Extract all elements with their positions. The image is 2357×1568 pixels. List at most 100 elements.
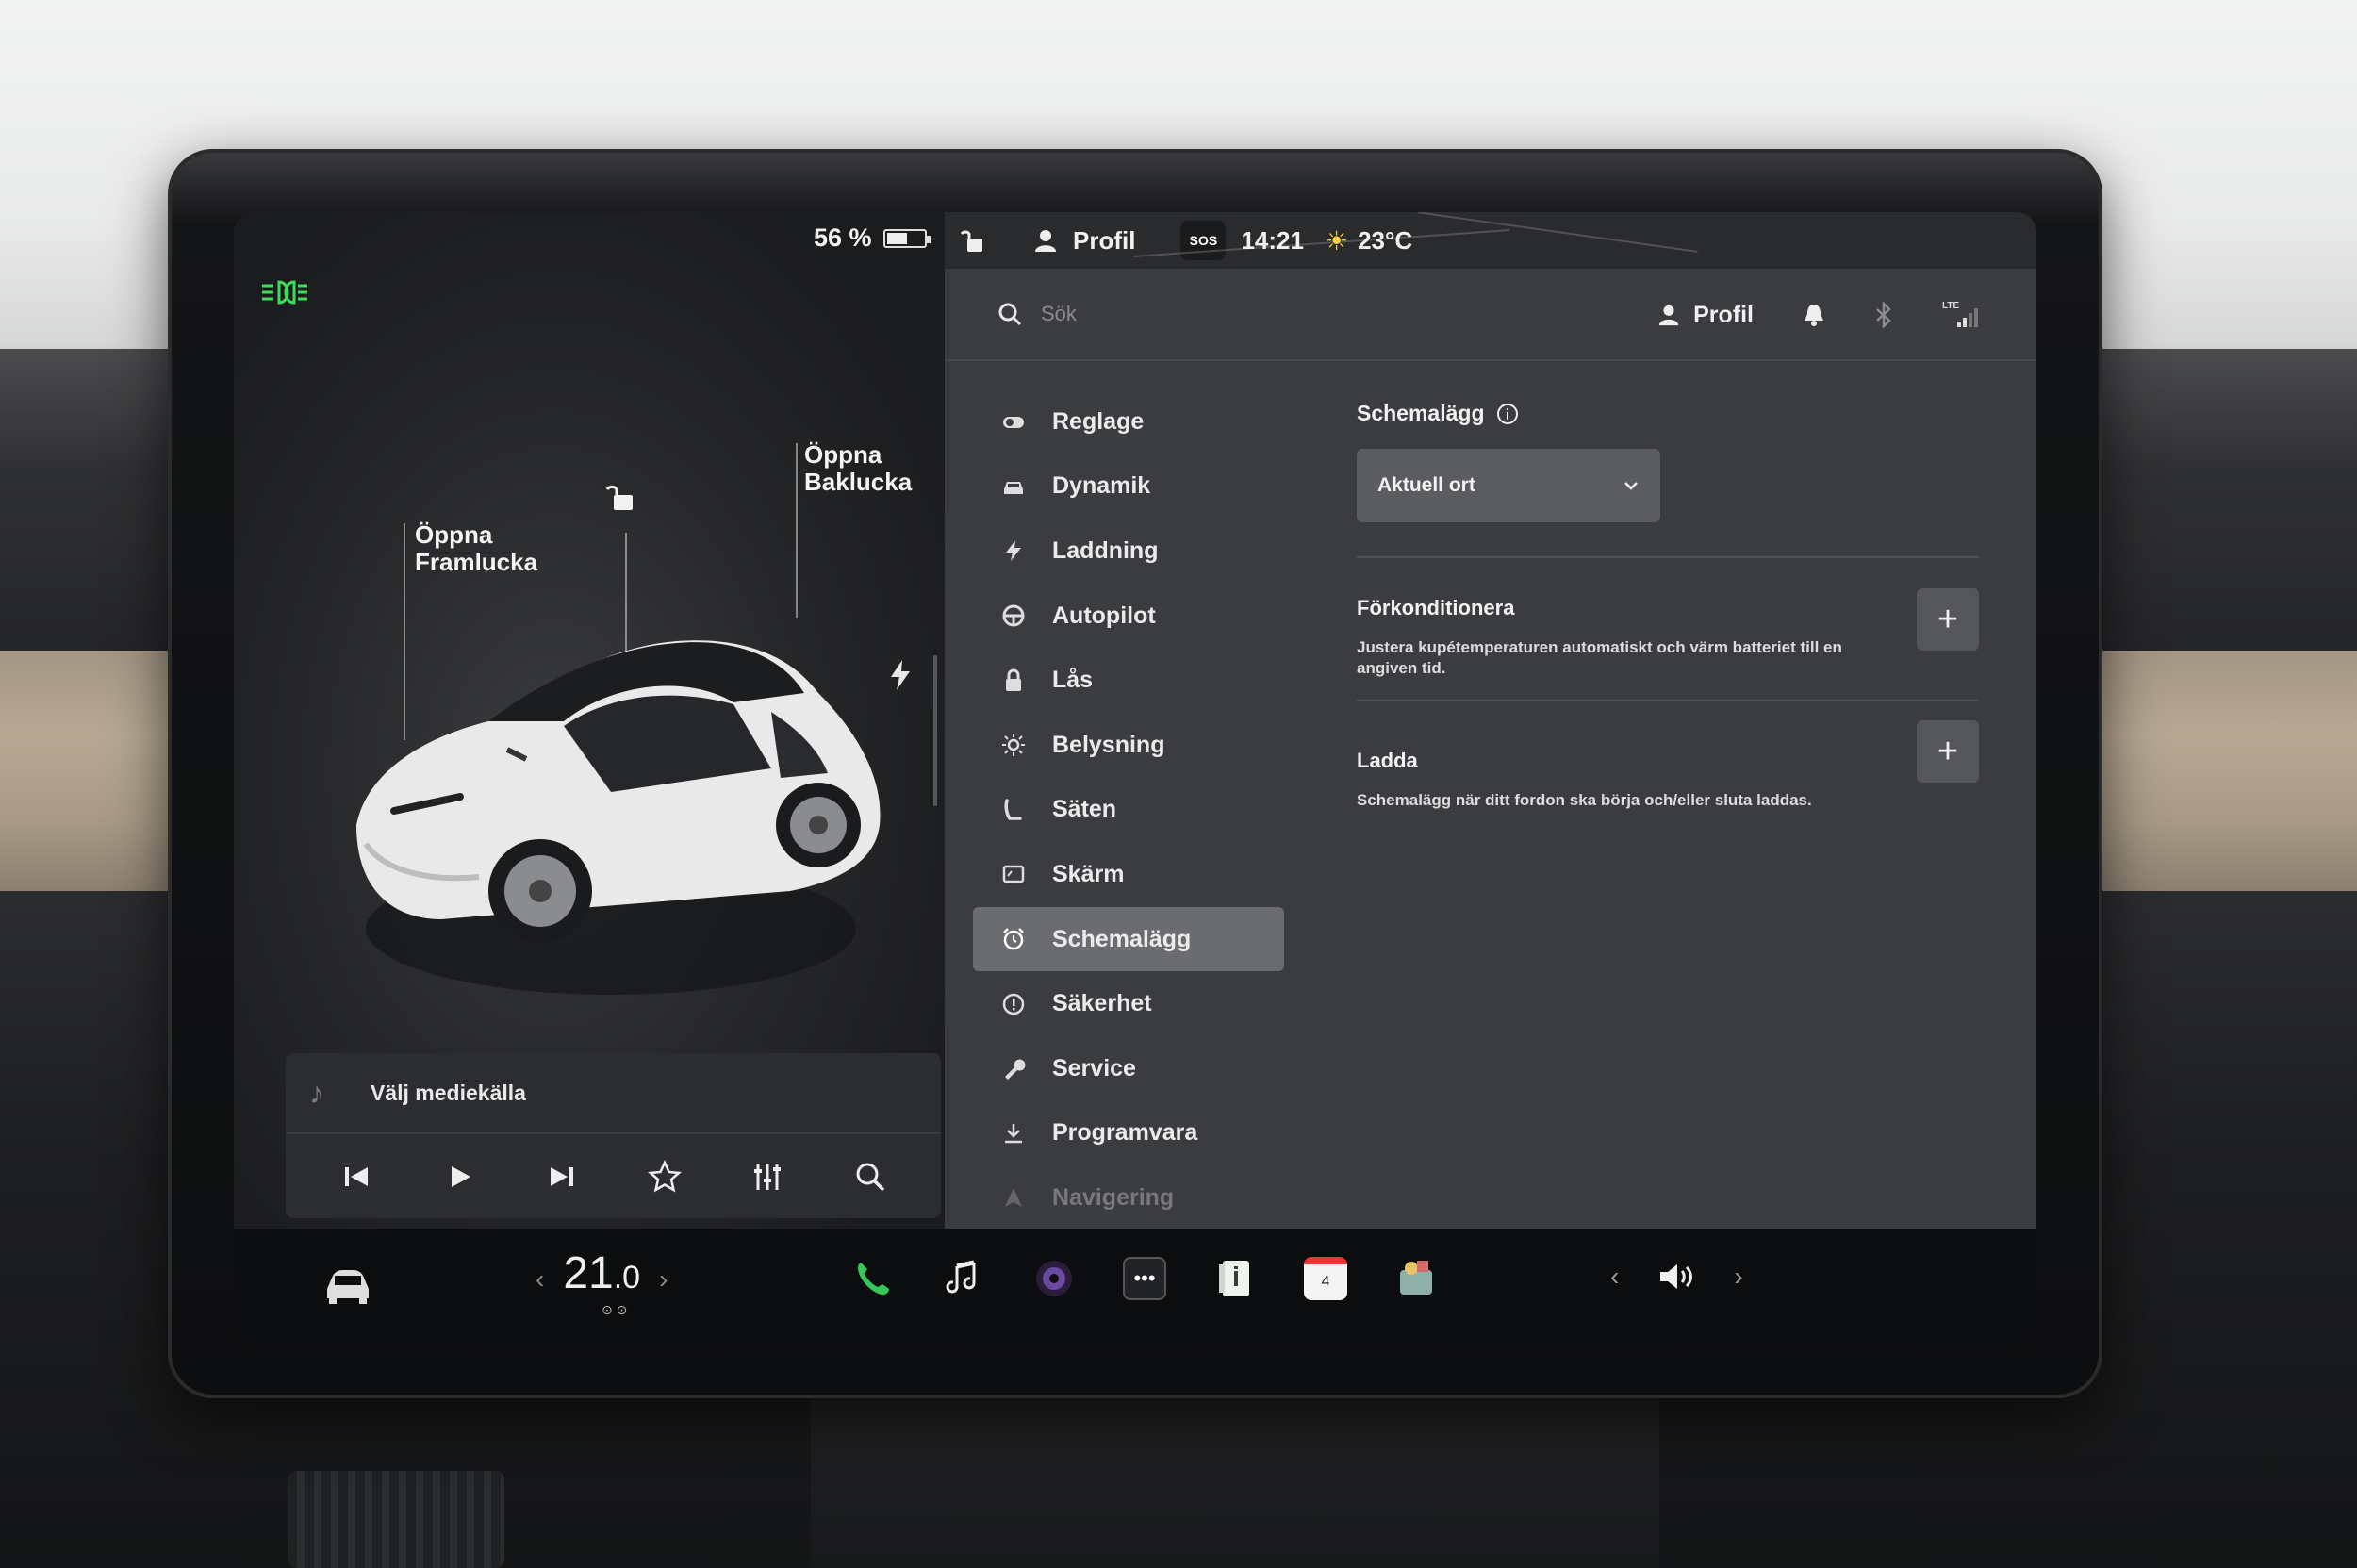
menu-item-label: Reglage	[1052, 407, 1145, 435]
open-rear-trunk-label[interactable]: Öppna Baklucka	[804, 441, 912, 496]
toybox-icon[interactable]	[1394, 1257, 1438, 1300]
media-source-row[interactable]: ♪ Välj mediekälla	[286, 1053, 941, 1134]
menu-item-laddning[interactable]: Laddning	[945, 519, 1312, 584]
steering-wheel-icon	[1001, 603, 1026, 628]
headlight-icon	[262, 280, 307, 305]
display-icon	[1001, 862, 1026, 886]
status-bar: Profil SOS 14:21 ☀ 23°C	[945, 212, 2036, 269]
location-select[interactable]: Aktuell ort	[1357, 449, 1660, 522]
unlocked-status-icon[interactable]	[960, 226, 988, 255]
previous-track-icon[interactable]	[338, 1158, 375, 1196]
location-select-value: Aktuell ort	[1377, 474, 1475, 496]
cabin-temperature[interactable]: 21.0	[563, 1247, 640, 1299]
volume-down-icon[interactable]: ‹	[1610, 1262, 1619, 1292]
battery-icon	[882, 228, 931, 248]
volume-control: ‹ ›	[1610, 1261, 1743, 1293]
touchscreen: 56 % Öppna Framlucka Öppna Baklucka ♪ Vä…	[234, 212, 2036, 1348]
media-source-label[interactable]: Välj mediekälla	[371, 1081, 526, 1106]
clock: 14:21	[1241, 225, 1304, 255]
equalizer-icon[interactable]	[749, 1158, 786, 1196]
schedule-title: Schemalägg	[1357, 401, 1485, 425]
add-charge-schedule-button[interactable]: +	[1917, 720, 1979, 783]
menu-item-label: Belysning	[1052, 731, 1165, 758]
menu-item-label: Skärm	[1052, 860, 1125, 887]
menu-item-label: Dynamik	[1052, 472, 1151, 500]
divider	[1357, 556, 1979, 558]
menu-item-label: Programvara	[1052, 1119, 1198, 1147]
cabin-temperature-whole: 21	[563, 1248, 614, 1298]
temp-decrease-icon[interactable]: ‹	[536, 1264, 544, 1295]
download-icon	[1001, 1121, 1026, 1146]
sun-icon	[1001, 733, 1026, 757]
more-apps-icon[interactable]: •••	[1123, 1257, 1166, 1300]
music-note-icon[interactable]	[942, 1257, 985, 1300]
menu-item-skärm[interactable]: Skärm	[945, 842, 1312, 907]
play-icon[interactable]	[440, 1158, 478, 1196]
menu-item-schemalägg[interactable]: Schemalägg	[973, 906, 1284, 972]
add-precondition-button[interactable]: +	[1917, 588, 1979, 651]
seat-heater-icons: ⊙ ⊙	[602, 1302, 628, 1317]
car-icon	[1001, 474, 1026, 499]
speaker-icon[interactable]	[1656, 1261, 1696, 1293]
battery-fill	[886, 232, 907, 244]
menu-item-label: Navigering	[1052, 1183, 1175, 1211]
menu-item-label: Säkerhet	[1052, 990, 1152, 1017]
battery-percent: 56 %	[814, 223, 872, 252]
menu-item-service[interactable]: Service	[945, 1036, 1312, 1101]
alarm-clock-icon	[1001, 927, 1026, 951]
media-search-icon[interactable]	[851, 1158, 889, 1196]
menu-item-reglage[interactable]: Reglage	[945, 389, 1312, 454]
menu-item-navigering[interactable]: Navigering	[945, 1165, 1312, 1230]
menu-item-label: Säten	[1052, 796, 1117, 823]
search-input[interactable]: Sök	[1041, 302, 1077, 326]
charge-row: Ladda Schemalägg när ditt fordon ska bör…	[1357, 720, 1979, 852]
schedule-content: Schemalägg Aktuell ort Förkonditionera J…	[1357, 401, 1979, 852]
menu-item-programvara[interactable]: Programvara	[945, 1101, 1312, 1166]
menu-item-label: Schemalägg	[1052, 925, 1192, 952]
divider	[1357, 700, 1979, 701]
search-icon[interactable]	[997, 302, 1022, 326]
bluetooth-icon[interactable]	[1874, 302, 1893, 328]
menu-item-belysning[interactable]: Belysning	[945, 713, 1312, 778]
precondition-description: Justera kupétemperaturen automatiskt och…	[1357, 638, 1842, 677]
menu-item-säkerhet[interactable]: Säkerhet	[945, 971, 1312, 1036]
music-note-icon: ♪	[309, 1075, 324, 1110]
temp-increase-icon[interactable]: ›	[659, 1264, 668, 1295]
camera-icon[interactable]	[1032, 1257, 1076, 1300]
charge-title: Ladda	[1357, 749, 1418, 772]
signal-bars-icon	[1957, 308, 1978, 327]
schedule-section-title: Schemalägg	[1357, 401, 1979, 426]
chevron-down-icon	[1624, 482, 1638, 490]
next-track-icon[interactable]	[543, 1158, 581, 1196]
phone-icon[interactable]	[851, 1257, 895, 1300]
menu-item-säten[interactable]: Säten	[945, 778, 1312, 843]
menu-item-autopilot[interactable]: Autopilot	[945, 584, 1312, 649]
bottom-dock: ‹ 21.0 › ⊙ ⊙ ••• 4 ‹ ›	[234, 1229, 2036, 1348]
menu-item-dynamik[interactable]: Dynamik	[945, 454, 1312, 520]
media-controls	[286, 1134, 941, 1218]
favorite-star-icon[interactable]	[646, 1158, 684, 1196]
profile-icon[interactable]	[1033, 228, 1058, 253]
open-front-trunk-label[interactable]: Öppna Framlucka	[415, 521, 537, 576]
cabin-temperature-decimal: .0	[613, 1260, 641, 1296]
air-vent	[288, 1471, 504, 1568]
unlock-icon[interactable]	[605, 481, 637, 513]
manual-icon[interactable]	[1213, 1257, 1257, 1300]
profile-button-label: Profil	[1693, 301, 1754, 328]
navigation-arrow-icon	[1001, 1185, 1026, 1210]
sos-button[interactable]: SOS	[1180, 221, 1227, 260]
profile-button[interactable]: Profil	[1657, 302, 1754, 329]
menu-item-lås[interactable]: Lås	[945, 648, 1312, 713]
volume-up-icon[interactable]: ›	[1734, 1262, 1742, 1292]
calendar-icon[interactable]: 4	[1304, 1257, 1347, 1300]
profile-label[interactable]: Profil	[1073, 226, 1135, 256]
car-icon[interactable]	[323, 1264, 372, 1306]
battery-tip	[926, 235, 931, 243]
car-view-scroll-indicator[interactable]	[933, 655, 937, 806]
bell-icon[interactable]	[1803, 303, 1825, 327]
info-icon[interactable]	[1496, 403, 1519, 425]
charge-description: Schemalägg när ditt fordon ska börja och…	[1357, 791, 1812, 809]
menu-item-label: Service	[1052, 1054, 1136, 1081]
precondition-title: Förkonditionera	[1357, 596, 1515, 619]
search-bar-right: Profil LTE	[1657, 269, 1980, 361]
